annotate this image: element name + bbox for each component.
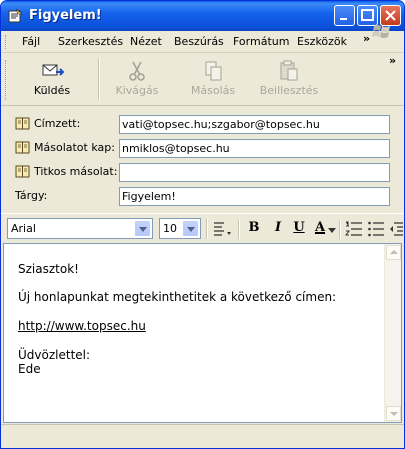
copy-label: Másolás: [190, 84, 236, 97]
toolbar-separator: [98, 58, 100, 100]
subject-label-wrap: Tárgy:: [15, 189, 47, 202]
message-icon: [8, 8, 23, 23]
menu-edit[interactable]: Szerkesztés: [58, 35, 123, 48]
paragraph-style-icon[interactable]: [212, 220, 234, 238]
font-size-select[interactable]: 10: [159, 218, 201, 239]
toolbar-overflow-chevron[interactable]: »: [389, 54, 396, 67]
address-book-icon: [15, 165, 30, 178]
message-greeting: Sziasztok!: [18, 262, 79, 276]
vertical-scrollbar[interactable]: [384, 244, 401, 422]
copy-icon: [205, 61, 222, 81]
cc-label-button[interactable]: Másolatot kap:: [15, 141, 115, 154]
numbered-list-icon[interactable]: [345, 220, 363, 238]
toolbar: Küldés Kivágás Másolás Beillesztés »: [1, 54, 404, 106]
minimize-button[interactable]: [334, 5, 355, 26]
bcc-field[interactable]: [119, 163, 390, 182]
copy-button[interactable]: Másolás: [181, 56, 245, 102]
header-fields: Címzett: vati@topsec.hu;szgabor@topsec.h…: [1, 107, 404, 211]
menu-format[interactable]: Formátum: [233, 35, 289, 48]
title-bar[interactable]: Figyelem!: [1, 1, 404, 31]
to-label-button[interactable]: Címzett:: [15, 117, 80, 130]
paste-icon: [280, 60, 298, 81]
paste-button[interactable]: Beillesztés: [252, 56, 326, 102]
menu-view[interactable]: Nézet: [130, 35, 162, 48]
menu-file[interactable]: Fájl: [22, 35, 40, 48]
message-link[interactable]: http://www.topsec.hu: [18, 319, 146, 333]
subject-label: Tárgy:: [15, 189, 48, 202]
message-closing: Üdvözlettel:: [18, 348, 91, 362]
menu-bar: Fájl Szerkesztés Nézet Beszúrás Formátum…: [1, 31, 404, 53]
message-line: Új honlapunkat megtekinthetitek a követk…: [18, 290, 337, 304]
address-book-icon: [15, 141, 30, 154]
address-book-icon: [15, 117, 30, 130]
message-content[interactable]: Sziasztok! Új honlapunkat megtekinthetit…: [18, 262, 378, 376]
window-title: Figyelem!: [29, 8, 102, 23]
send-button[interactable]: Küldés: [23, 56, 81, 102]
menu-overflow-chevron[interactable]: »: [363, 32, 370, 45]
font-select-value: Arial: [11, 222, 36, 235]
chevron-down-icon[interactable]: [134, 220, 151, 237]
format-separator: [206, 219, 208, 239]
subject-field[interactable]: Figyelem!: [119, 187, 390, 206]
to-label: Címzett:: [34, 117, 81, 130]
message-body-editor[interactable]: Sziasztok! Új honlapunkat megtekinthetit…: [3, 243, 402, 423]
toolbar-grip[interactable]: [5, 60, 8, 100]
scroll-down-arrow[interactable]: [386, 406, 401, 421]
cut-button[interactable]: Kivágás: [107, 56, 167, 102]
font-size-value: 10: [163, 222, 177, 235]
menu-grip[interactable]: [5, 35, 8, 49]
scroll-up-arrow[interactable]: [386, 245, 401, 260]
cc-field[interactable]: nmiklos@topsec.hu: [119, 139, 390, 158]
minimize-icon: [340, 18, 347, 20]
format-separator: [339, 219, 341, 239]
format-separator: [238, 219, 240, 239]
bcc-label-button[interactable]: Titkos másolat:: [15, 165, 117, 178]
bcc-label: Titkos másolat:: [34, 165, 118, 178]
menu-insert[interactable]: Beszúrás: [174, 35, 224, 48]
bullet-list-icon[interactable]: [367, 220, 385, 238]
bold-button[interactable]: B: [247, 220, 261, 238]
decrease-indent-icon[interactable]: [389, 220, 403, 238]
paste-label: Beillesztés: [259, 84, 319, 97]
italic-button[interactable]: I: [272, 220, 284, 238]
font-color-button[interactable]: A: [312, 220, 328, 238]
status-bar: [1, 424, 404, 448]
compose-window: Figyelem! Fájl Szerkesztés Nézet Beszúrá…: [0, 0, 405, 449]
windows-logo-icon: [372, 25, 390, 38]
cut-label: Kivágás: [115, 84, 159, 97]
cc-label: Másolatot kap:: [34, 141, 115, 154]
chevron-down-icon[interactable]: [182, 220, 199, 237]
send-icon: [42, 64, 64, 76]
underline-button[interactable]: U: [292, 220, 306, 238]
to-field[interactable]: vati@topsec.hu;szgabor@topsec.hu: [119, 115, 390, 134]
chevron-down-icon[interactable]: [328, 228, 336, 234]
font-select[interactable]: Arial: [7, 218, 153, 239]
menu-tools[interactable]: Eszközök: [297, 35, 347, 48]
formatting-bar: Arial 10 B I U A: [1, 213, 404, 241]
send-label: Küldés: [33, 84, 71, 97]
scissors-icon: [129, 61, 145, 81]
message-signature: Ede: [18, 362, 41, 376]
